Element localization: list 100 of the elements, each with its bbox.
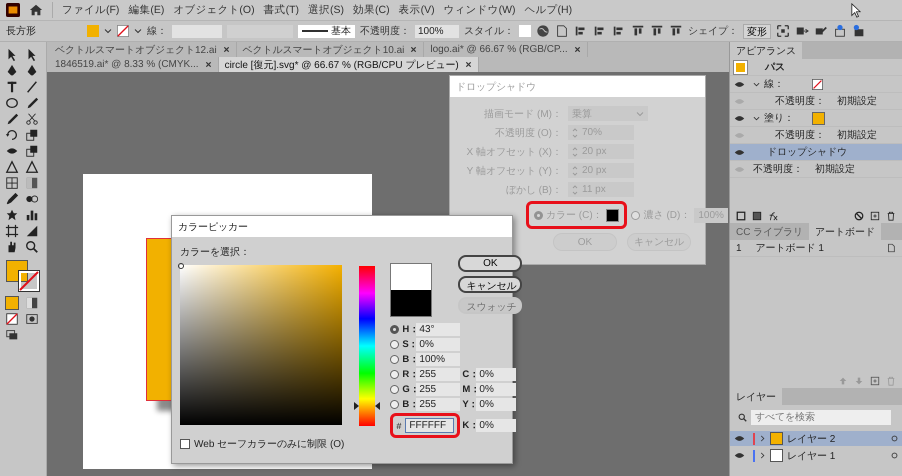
menu-item[interactable]: ウィンドウ(W): [444, 3, 516, 17]
slider-arrow-icon[interactable]: [354, 402, 360, 410]
eye-icon[interactable]: [734, 435, 745, 442]
ellipse-icon[interactable]: [5, 96, 19, 110]
align-icon[interactable]: [650, 24, 664, 38]
target-icon[interactable]: [891, 452, 898, 459]
radio-button[interactable]: [390, 325, 400, 334]
pen-icon[interactable]: [5, 64, 19, 78]
chevron-icon[interactable]: [759, 435, 766, 442]
color-selector-handle[interactable]: [178, 263, 184, 269]
align-icon[interactable]: [669, 24, 683, 38]
caret-icon[interactable]: [134, 27, 142, 35]
channel-field[interactable]: 0%: [476, 383, 516, 396]
close-icon[interactable]: [222, 46, 230, 53]
chevron-icon[interactable]: [759, 452, 766, 459]
dialog-button[interactable]: OK: [458, 255, 522, 272]
panel-tab[interactable]: CC ライブラリ: [730, 223, 810, 240]
artboard-icon[interactable]: [5, 224, 19, 238]
page-icon[interactable]: [886, 243, 896, 253]
perspective-icon[interactable]: [25, 160, 39, 174]
attribute-label[interactable]: 不透明度：: [775, 94, 825, 108]
layer-row[interactable]: レイヤー 2: [730, 431, 902, 446]
attribute-label[interactable]: 線：: [764, 77, 808, 91]
chevron-icon[interactable]: [753, 80, 760, 88]
chart-icon[interactable]: [25, 208, 39, 222]
symbol-icon[interactable]: [5, 208, 19, 222]
close-icon[interactable]: [574, 46, 581, 53]
target-icon[interactable]: [891, 435, 898, 442]
channel-field[interactable]: 255: [416, 368, 460, 381]
duplicate-icon[interactable]: [870, 211, 880, 221]
app-logo-icon[interactable]: [6, 3, 20, 17]
radio-button[interactable]: [390, 370, 400, 379]
menu-item[interactable]: 表示(V): [398, 3, 435, 17]
panel-tab[interactable]: レイヤー: [730, 388, 782, 405]
pencil-icon[interactable]: [5, 112, 19, 126]
trash-icon[interactable]: [886, 211, 896, 221]
clear-icon[interactable]: [854, 211, 864, 221]
text-icon[interactable]: [5, 80, 19, 94]
square-icon[interactable]: [736, 211, 746, 221]
menu-item[interactable]: 編集(E): [128, 3, 164, 17]
document-tab[interactable]: circle [復元].svg* @ 66.67 % (RGB/CPU プレビュー): [218, 57, 479, 72]
menu-item[interactable]: 効果(C): [353, 3, 390, 17]
menu-item[interactable]: ヘルプ(H): [524, 3, 572, 17]
menu-item[interactable]: ファイル(F): [62, 3, 120, 17]
zoom-icon[interactable]: [25, 240, 39, 254]
no-stroke-swatch[interactable]: [18, 270, 40, 292]
line-icon[interactable]: [25, 80, 39, 94]
opacity-field[interactable]: 100%: [415, 24, 459, 38]
selected-row[interactable]: ドロップシャドウ: [730, 144, 902, 161]
layer-row[interactable]: レイヤー 1: [730, 448, 902, 463]
close-icon[interactable]: [204, 61, 212, 68]
radio-button[interactable]: [390, 340, 400, 349]
brush-icon[interactable]: [25, 96, 39, 110]
panel-tab[interactable]: アピアランス: [730, 42, 802, 59]
caret-icon[interactable]: [104, 27, 112, 35]
fill-swatch[interactable]: [812, 112, 825, 124]
no-stroke-swatch[interactable]: [117, 25, 129, 37]
align-icon[interactable]: [631, 24, 645, 38]
isolate-icon[interactable]: [776, 24, 790, 38]
fill-swatch[interactable]: [87, 25, 99, 37]
scissors-icon[interactable]: [25, 112, 39, 126]
transform-icon[interactable]: [25, 144, 39, 158]
globe-icon[interactable]: [536, 24, 550, 38]
style-swatch[interactable]: [519, 25, 531, 37]
color-mode-icon[interactable]: [5, 296, 19, 310]
eye-icon[interactable]: [734, 452, 745, 459]
radio-button[interactable]: [390, 355, 400, 364]
curve-icon[interactable]: [25, 64, 39, 78]
scale-icon[interactable]: [25, 128, 39, 142]
channel-field[interactable]: 255: [416, 383, 460, 396]
slider-arrow-icon[interactable]: [375, 402, 380, 410]
stroke-profile-dropdown[interactable]: 基本: [298, 24, 355, 38]
slice-icon[interactable]: [25, 224, 39, 238]
radio-button[interactable]: [390, 400, 400, 409]
export-icon[interactable]: [852, 24, 866, 38]
new-artboard-icon[interactable]: [870, 376, 880, 386]
gradient-mode-icon[interactable]: [25, 296, 39, 310]
panel-tab[interactable]: アートボード: [809, 223, 882, 240]
mesh-icon[interactable]: [5, 176, 19, 190]
attribute-label[interactable]: 不透明度：: [775, 128, 825, 142]
gradient-icon[interactable]: [25, 176, 39, 190]
channel-field[interactable]: 255: [416, 398, 460, 411]
channel-field[interactable]: 100%: [416, 353, 460, 366]
transform-button[interactable]: 変形: [743, 24, 771, 38]
attribute-label[interactable]: 不透明度：: [753, 162, 803, 176]
search-field[interactable]: すべてを検索: [751, 410, 891, 425]
channel-field[interactable]: 0%: [416, 338, 460, 351]
no-color-icon[interactable]: [5, 312, 19, 326]
close-icon[interactable]: [464, 61, 472, 68]
export-icon[interactable]: [833, 24, 847, 38]
channel-field[interactable]: 0%: [476, 398, 516, 411]
effect-link[interactable]: ドロップシャドウ: [767, 145, 847, 159]
shape-icon[interactable]: [5, 160, 19, 174]
channel-field[interactable]: 0%: [476, 368, 516, 381]
eye-icon[interactable]: [734, 80, 745, 88]
checkbox[interactable]: [180, 439, 190, 449]
radio-button[interactable]: [390, 385, 400, 394]
dialog-button[interactable]: キャンセル: [458, 276, 522, 293]
menu-item[interactable]: 選択(S): [308, 3, 344, 17]
eye-icon[interactable]: [734, 114, 745, 122]
